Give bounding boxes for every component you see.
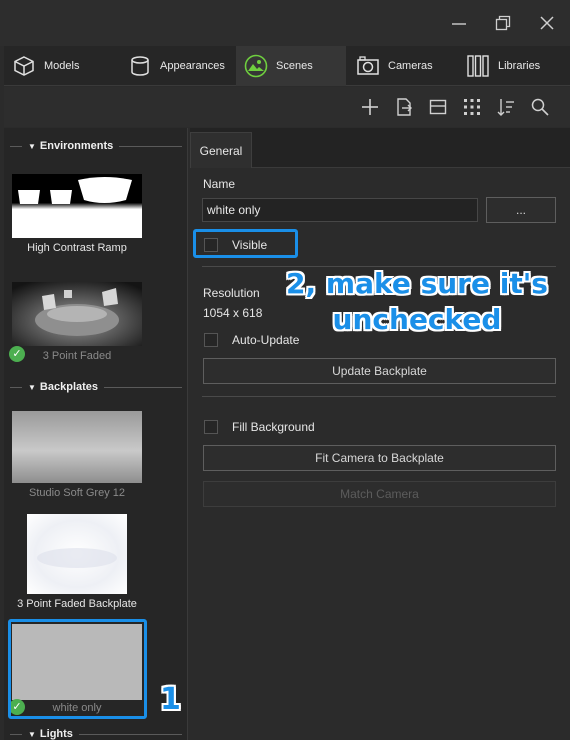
cube-icon — [12, 54, 36, 78]
camera-icon — [356, 54, 380, 78]
environment-item-3-point-faded[interactable]: 3 Point Faded ✓ — [9, 282, 142, 362]
tab-cameras[interactable]: Cameras — [352, 46, 462, 86]
fill-background-label: Fill Background — [232, 420, 315, 434]
search-icon[interactable] — [529, 96, 551, 118]
add-icon[interactable] — [359, 96, 381, 118]
minimize-icon[interactable] — [448, 12, 470, 34]
tab-label: Scenes — [276, 60, 313, 72]
environment-label: 3 Point Faded — [42, 350, 112, 362]
backplate-thumbnail — [12, 411, 142, 483]
tab-scenes[interactable]: Scenes — [236, 46, 346, 86]
tab-label: Cameras — [388, 60, 433, 72]
environment-thumbnail — [12, 174, 142, 238]
library-tabs: Models Appearances Scenes Cameras Librar… — [4, 46, 570, 86]
divider — [119, 145, 182, 147]
fit-camera-button[interactable]: Fit Camera to Backplate — [203, 445, 556, 471]
name-label: Name — [203, 177, 236, 191]
auto-update-checkbox[interactable] — [204, 333, 218, 347]
chevron-down-icon: ▼ — [28, 729, 36, 739]
section-title: Backplates — [39, 381, 99, 393]
annotation-step-1: 1 — [160, 682, 181, 717]
maximize-icon[interactable] — [492, 12, 514, 34]
environment-thumbnail — [12, 282, 142, 346]
sort-icon[interactable] — [495, 96, 517, 118]
tab-label: Models — [44, 60, 80, 72]
backplate-item-studio-soft-grey-12[interactable]: Studio Soft Grey 12 — [12, 411, 142, 499]
backplate-item-3-point-faded-backplate[interactable]: 3 Point Faded Backplate — [12, 514, 142, 610]
toolbar — [4, 87, 570, 127]
name-field[interactable]: white only — [202, 198, 478, 222]
tab-appearances[interactable]: Appearances — [128, 46, 238, 86]
environment-label: High Contrast Ramp — [27, 242, 127, 254]
cylinder-icon — [128, 54, 152, 78]
update-backplate-button[interactable]: Update Backplate — [203, 358, 556, 384]
title-bar — [0, 0, 570, 46]
landscape-icon — [244, 54, 268, 78]
layout-icon[interactable] — [427, 96, 449, 118]
match-camera-button[interactable]: Match Camera — [203, 481, 556, 507]
fill-background-checkbox[interactable] — [204, 420, 218, 434]
resolution-label: Resolution — [203, 286, 260, 300]
properties-panel: General Name white only ... Visible Reso… — [190, 128, 570, 740]
close-icon[interactable] — [536, 12, 558, 34]
section-title: Lights — [39, 728, 73, 740]
environment-item-high-contrast-ramp[interactable]: High Contrast Ramp — [12, 174, 142, 254]
backplate-label: Studio Soft Grey 12 — [29, 487, 125, 499]
annotation-step-2: 2, make sure it's unchecked — [272, 266, 562, 338]
tab-models[interactable]: Models — [12, 46, 122, 86]
section-lights[interactable]: ▼ Lights — [10, 726, 182, 740]
export-icon[interactable] — [393, 96, 415, 118]
books-icon — [466, 54, 490, 78]
section-backplates[interactable]: ▼ Backplates — [10, 379, 182, 395]
divider — [10, 145, 22, 147]
divider — [10, 386, 22, 388]
section-title: Environments — [39, 140, 114, 152]
chevron-down-icon: ▼ — [28, 141, 36, 151]
divider — [10, 733, 22, 735]
backplate-label: 3 Point Faded Backplate — [17, 598, 137, 610]
annotation-line: 2, make sure it's — [286, 267, 548, 300]
backplate-thumbnail — [27, 514, 127, 594]
divider — [78, 733, 182, 735]
browse-button[interactable]: ... — [486, 197, 556, 223]
tab-label: Libraries — [498, 60, 541, 72]
section-environments[interactable]: ▼ Environments — [10, 138, 182, 154]
properties-tabs: General — [190, 128, 570, 168]
divider — [104, 386, 182, 388]
applied-check-icon: ✓ — [9, 346, 25, 362]
highlight-box-visible — [193, 229, 298, 258]
tab-general[interactable]: General — [190, 132, 252, 168]
divider — [202, 396, 556, 397]
chevron-down-icon: ▼ — [28, 382, 36, 392]
resolution-value: 1054 x 618 — [203, 306, 263, 320]
annotation-line: unchecked — [332, 303, 502, 336]
highlight-box-white-only — [8, 619, 147, 719]
tab-libraries[interactable]: Libraries — [466, 46, 570, 86]
grid-view-icon[interactable] — [461, 96, 483, 118]
tab-label: Appearances — [160, 60, 225, 72]
